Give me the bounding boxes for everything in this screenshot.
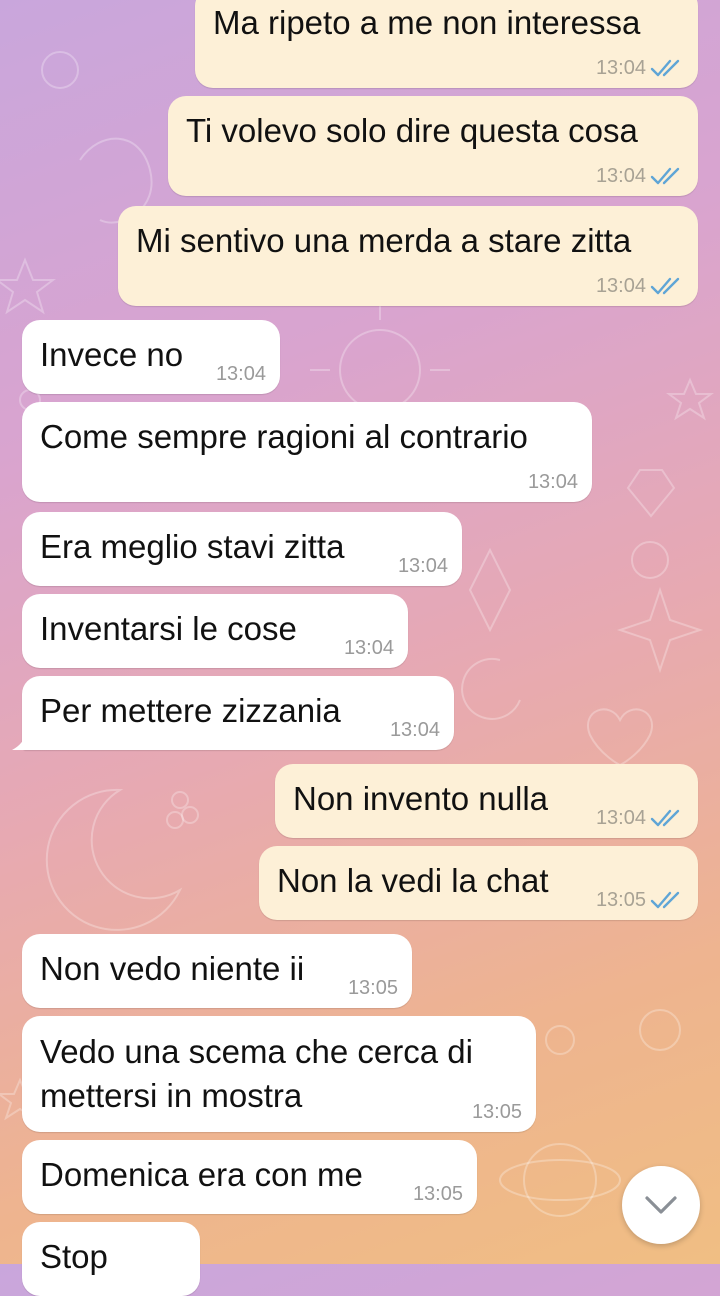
message-meta: 13:05 — [596, 888, 684, 912]
message-timestamp: 13:05 — [471, 1101, 522, 1123]
message-text: Come sempre ragioni al contrario — [40, 418, 528, 455]
outgoing-message-bubble[interactable]: Ti volevo solo dire questa cosa 13:04 — [168, 96, 698, 196]
message-meta: 13:04 — [596, 274, 684, 298]
message-text: Vedo una scema che cerca di mettersi in … — [40, 1033, 473, 1114]
outgoing-message-bubble[interactable]: Ma ripeto a me non interessa 13:04 — [195, 0, 698, 88]
message-text: Era meglio stavi zitta — [40, 528, 345, 565]
incoming-message-bubble[interactable]: Come sempre ragioni al contrario 13:04 — [22, 402, 592, 502]
chevron-down-icon — [645, 1196, 677, 1214]
read-check-icon — [650, 277, 680, 295]
read-check-icon — [650, 167, 680, 185]
read-check-icon — [650, 809, 680, 827]
message-meta: 13:04 — [390, 718, 440, 742]
bubble-tail — [12, 734, 26, 750]
message-text: Ti volevo solo dire questa cosa — [186, 112, 638, 149]
message-text: Stop — [40, 1238, 108, 1275]
message-meta: 13:04 — [344, 636, 394, 660]
message-text: Non la vedi la chat — [277, 862, 549, 899]
message-timestamp: 13:04 — [595, 57, 646, 79]
message-meta: 13:04 — [596, 806, 684, 830]
outgoing-message-bubble[interactable]: Mi sentivo una merda a stare zitta 13:04 — [118, 206, 698, 306]
read-check-icon — [650, 59, 680, 77]
incoming-message-bubble[interactable]: Non vedo niente ii 13:05 — [22, 934, 412, 1008]
message-meta: 13:04 — [528, 470, 578, 494]
message-timestamp: 13:04 — [389, 719, 440, 741]
incoming-message-bubble[interactable]: Per mettere zizzania 13:04 — [12, 676, 454, 750]
incoming-message-bubble[interactable]: Invece no 13:04 — [22, 320, 280, 394]
message-meta: 13:04 — [398, 554, 448, 578]
read-check-icon — [650, 891, 680, 909]
incoming-message-bubble[interactable]: Inventarsi le cose 13:04 — [22, 594, 408, 668]
message-text: Inventarsi le cose — [40, 610, 297, 647]
outgoing-message-bubble[interactable]: Non invento nulla 13:04 — [275, 764, 698, 838]
message-text: Non vedo niente ii — [40, 950, 305, 987]
message-text: Per mettere zizzania — [40, 692, 341, 729]
message-timestamp: 13:04 — [215, 363, 266, 385]
message-timestamp: 13:05 — [595, 889, 646, 911]
message-timestamp: 13:04 — [595, 165, 646, 187]
message-timestamp: 13:05 — [347, 977, 398, 999]
message-timestamp: 13:04 — [527, 471, 578, 493]
message-meta: 13:05 — [472, 1100, 522, 1124]
message-meta: 13:04 — [216, 362, 266, 386]
message-text: Mi sentivo una merda a stare zitta — [136, 222, 632, 259]
message-text: Domenica era con me — [40, 1156, 363, 1193]
message-text: Non invento nulla — [293, 780, 549, 817]
message-meta: 13:04 — [596, 164, 684, 188]
message-meta: 13:04 — [596, 56, 684, 80]
message-timestamp: 13:04 — [595, 275, 646, 297]
message-text: Ma ripeto a me non interessa — [213, 4, 641, 41]
message-meta: 13:05 — [348, 976, 398, 1000]
outgoing-message-bubble[interactable]: Non la vedi la chat 13:05 — [259, 846, 698, 920]
message-meta: 13:05 — [413, 1182, 463, 1206]
message-timestamp: 13:04 — [397, 555, 448, 577]
incoming-message-bubble[interactable]: Stop — [22, 1222, 200, 1296]
scroll-to-bottom-button[interactable] — [622, 1166, 700, 1244]
message-text: Invece no — [40, 336, 184, 373]
incoming-message-bubble[interactable]: Era meglio stavi zitta 13:04 — [22, 512, 462, 586]
message-timestamp: 13:05 — [412, 1183, 463, 1205]
incoming-message-bubble[interactable]: Vedo una scema che cerca di mettersi in … — [22, 1016, 536, 1132]
incoming-message-bubble[interactable]: Domenica era con me 13:05 — [22, 1140, 477, 1214]
message-timestamp: 13:04 — [595, 807, 646, 829]
message-timestamp: 13:04 — [343, 637, 394, 659]
